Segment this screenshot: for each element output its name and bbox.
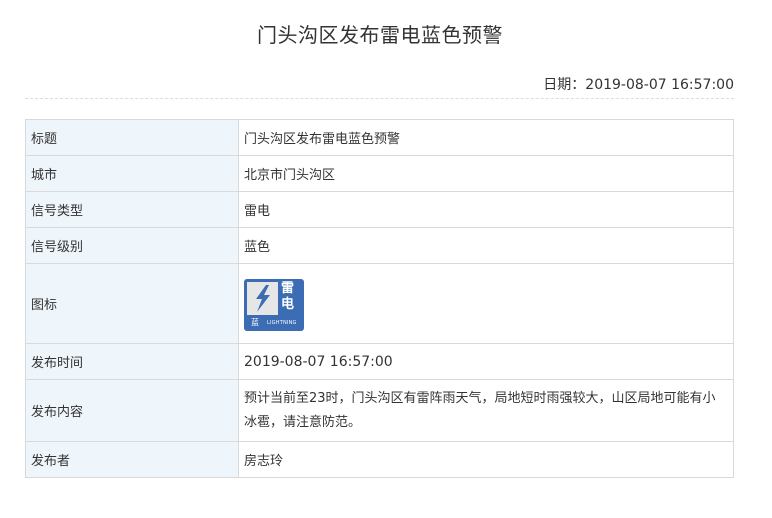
row-value: 雷电 <box>238 191 734 228</box>
row-key: 标题 <box>25 119 239 156</box>
row-key: 发布内容 <box>25 379 239 442</box>
lightning-warning-icon: 雷 电 蓝 LIGHTNING <box>244 278 304 331</box>
table-row: 发布者 房志玲 <box>25 441 734 478</box>
row-key: 信号级别 <box>25 227 239 264</box>
row-value: 2019-08-07 16:57:00 <box>238 343 734 380</box>
row-key: 图标 <box>25 263 239 344</box>
table-row: 城市 北京市门头沟区 <box>25 155 734 192</box>
icon-level-char: 蓝 <box>251 317 259 327</box>
row-value: 门头沟区发布雷电蓝色预警 <box>238 119 734 156</box>
row-key: 发布者 <box>25 441 239 478</box>
row-value: 雷 电 蓝 LIGHTNING <box>238 263 734 344</box>
row-value: 预计当前至23时，门头沟区有雷阵雨天气，局地短时雨强较大，山区局地可能有小冰雹，… <box>238 379 734 442</box>
icon-symbol-area <box>247 281 278 315</box>
table-row: 发布时间 2019-08-07 16:57:00 <box>25 343 734 380</box>
publish-date: 日期：2019-08-07 16:57:00 <box>543 74 734 94</box>
table-row: 图标 雷 电 蓝 LIGHTNING <box>25 263 734 344</box>
page-title: 门头沟区发布雷电蓝色预警 <box>257 23 503 47</box>
table-row: 标题 门头沟区发布雷电蓝色预警 <box>25 119 734 156</box>
warning-info-table: 标题 门头沟区发布雷电蓝色预警 城市 北京市门头沟区 信号类型 雷电 信号级别 … <box>25 119 734 478</box>
row-value: 蓝色 <box>238 227 734 264</box>
row-value: 房志玲 <box>238 441 734 478</box>
row-value: 北京市门头沟区 <box>238 155 734 192</box>
date-value: 2019-08-07 16:57:00 <box>585 77 734 93</box>
row-key: 城市 <box>25 155 239 192</box>
divider <box>25 98 734 99</box>
row-key: 信号类型 <box>25 191 239 228</box>
lightning-bolt-icon <box>256 284 270 312</box>
date-label: 日期： <box>543 77 586 93</box>
table-row: 信号类型 雷电 <box>25 191 734 228</box>
table-row: 发布内容 预计当前至23时，门头沟区有雷阵雨天气，局地短时雨强较大，山区局地可能… <box>25 379 734 442</box>
icon-en-label: LIGHTNING <box>267 319 297 326</box>
icon-char-bottom: 电 <box>281 296 295 312</box>
row-key: 发布时间 <box>25 343 239 380</box>
icon-char-top: 雷 <box>281 280 295 296</box>
table-row: 信号级别 蓝色 <box>25 227 734 264</box>
